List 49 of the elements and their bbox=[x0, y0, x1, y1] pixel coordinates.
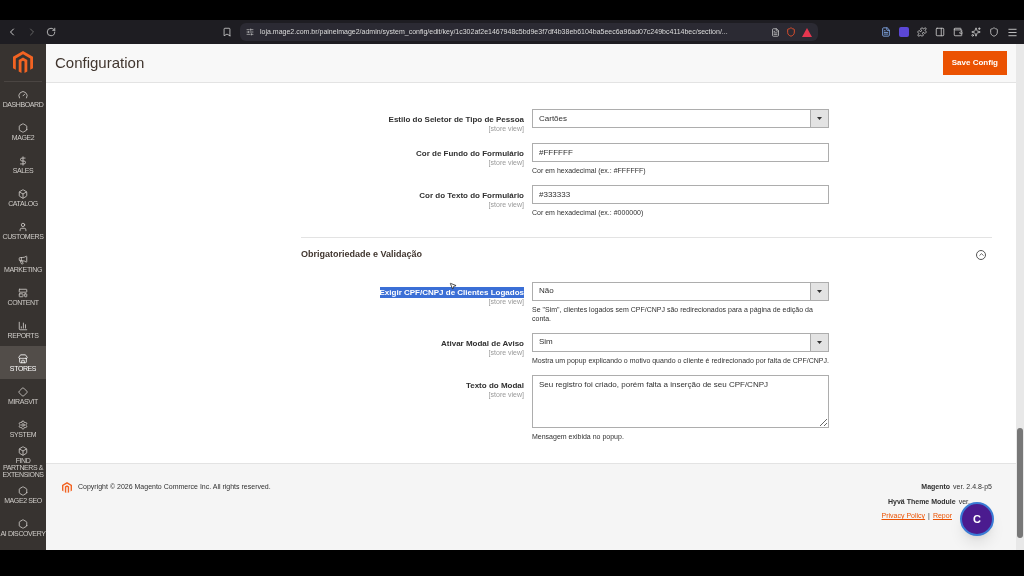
section-title[interactable]: Obrigatoriedade e Validação bbox=[301, 248, 423, 262]
shield-icon[interactable] bbox=[989, 27, 999, 37]
reader-icon[interactable] bbox=[771, 27, 780, 37]
dropdown-caret-icon bbox=[817, 289, 822, 293]
layout-icon bbox=[18, 287, 28, 298]
reload-icon[interactable] bbox=[46, 27, 56, 37]
box-icon bbox=[18, 445, 28, 456]
select-field[interactable]: Cartões bbox=[532, 109, 829, 128]
shield-icon[interactable] bbox=[786, 27, 796, 37]
hexagon-icon bbox=[18, 518, 28, 529]
puzzle-icon[interactable] bbox=[917, 27, 927, 37]
save-config-button[interactable]: Save Config bbox=[942, 51, 1007, 75]
box-icon bbox=[18, 188, 28, 199]
field-label: Exigir CPF/CNPJ de Clientes Logados bbox=[379, 286, 524, 298]
dollar-icon bbox=[18, 155, 28, 166]
field-label: Ativar Modal de Aviso bbox=[441, 337, 524, 349]
person-icon bbox=[18, 221, 28, 232]
scrollbar[interactable] bbox=[1016, 44, 1024, 550]
dropdown-caret-icon bbox=[817, 117, 822, 120]
menu-icon[interactable] bbox=[1007, 26, 1018, 38]
select-field[interactable]: Não bbox=[532, 281, 829, 301]
input-field[interactable]: #333333 bbox=[532, 185, 829, 204]
logo-icon bbox=[13, 51, 33, 74]
field-label: Cor do Texto do Formulário bbox=[419, 190, 524, 201]
gear-icon bbox=[18, 419, 28, 430]
bar-chart-icon bbox=[18, 320, 28, 331]
text-area[interactable]: Seu registro foi criado, porém falta a inserção de seu CPF/CNPJ bbox=[532, 374, 829, 428]
extension-icon[interactable] bbox=[881, 27, 891, 37]
input-field[interactable]: #FFFFFF bbox=[532, 143, 829, 162]
page-title: Configuration bbox=[55, 52, 145, 73]
hexagon-icon bbox=[18, 122, 28, 133]
gauge-icon bbox=[18, 89, 28, 100]
diamond-icon bbox=[18, 386, 28, 397]
mouse-cursor-icon bbox=[449, 282, 457, 290]
logo-icon bbox=[62, 482, 72, 494]
field-label: Cor de Fundo do Formulário bbox=[416, 148, 524, 159]
site-settings-icon[interactable] bbox=[246, 28, 254, 36]
wallet-icon[interactable] bbox=[953, 27, 963, 37]
bookmark-icon[interactable] bbox=[222, 27, 232, 37]
triangle-icon[interactable] bbox=[802, 27, 812, 37]
select-field[interactable]: Sim bbox=[532, 332, 829, 352]
store-icon bbox=[18, 353, 28, 364]
field-label: Estilo do Seletor de Tipo de Pessoa bbox=[388, 114, 524, 125]
hexagon-icon bbox=[18, 485, 28, 496]
sparkle-icon[interactable] bbox=[971, 27, 981, 37]
field-label: Texto do Modal bbox=[465, 379, 524, 391]
megaphone-icon bbox=[18, 254, 28, 265]
sidebar-icon[interactable] bbox=[935, 27, 945, 37]
dropdown-caret-icon bbox=[817, 340, 822, 344]
